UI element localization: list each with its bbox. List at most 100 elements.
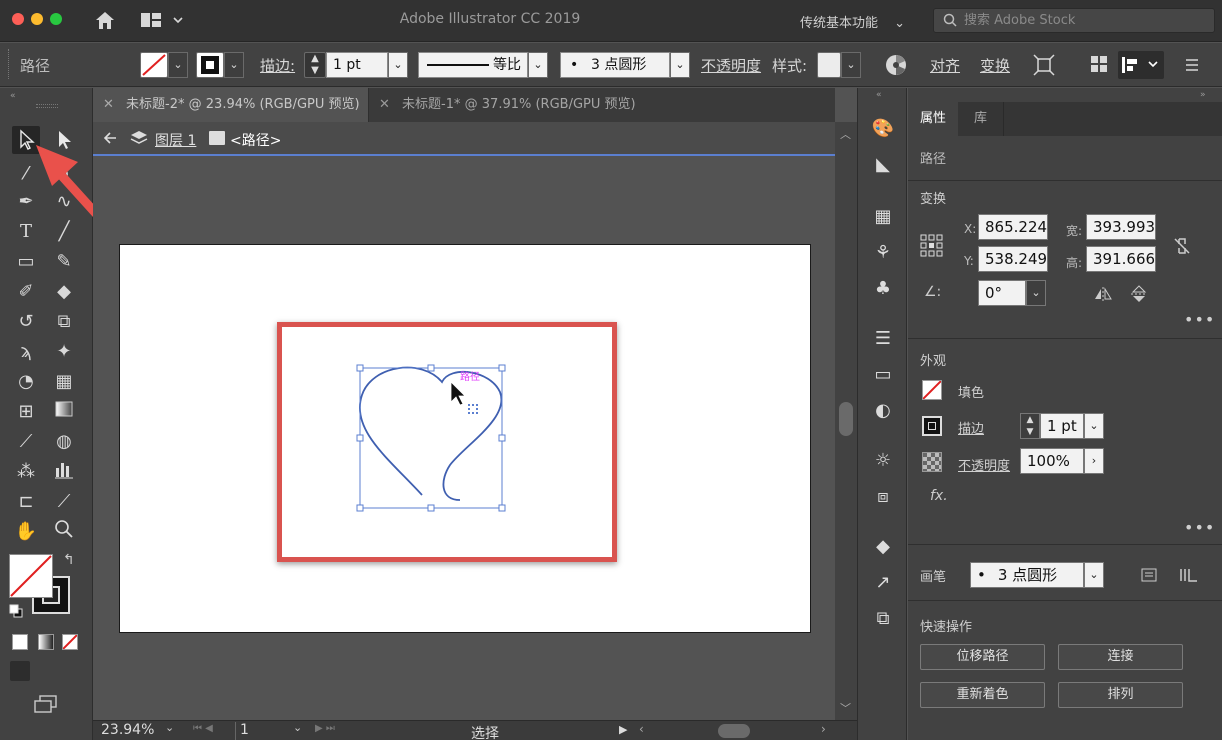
brush-field[interactable]: • 3 点圆形 xyxy=(560,52,670,78)
slice-tool-icon[interactable]: ⟋ xyxy=(50,488,78,516)
shaper-tool-icon[interactable]: ✐ xyxy=(12,278,40,306)
brush-options-icon[interactable] xyxy=(1178,566,1200,584)
brush-library-icon[interactable] xyxy=(1140,566,1158,584)
appearance-fill-swatch[interactable] xyxy=(922,380,942,400)
stroke-weight-stepper-panel[interactable]: ▲ ▼ xyxy=(1020,413,1040,439)
stroke-weight-input[interactable]: 1 pt xyxy=(326,52,388,78)
tab-document-1[interactable]: ✕ 未标题-1* @ 37.91% (RGB/GPU 预览) xyxy=(368,88,648,122)
constrain-proportions-icon[interactable] xyxy=(1172,236,1192,256)
zoom-tool-icon[interactable] xyxy=(50,518,78,546)
collapse-toolbar-icon[interactable]: « xyxy=(10,91,16,101)
height-input[interactable]: 391.666 xyxy=(1086,246,1156,272)
rotation-dropdown[interactable]: ⌄ xyxy=(1026,280,1046,306)
collapse-panel-icon[interactable]: » xyxy=(1200,90,1206,100)
reference-point-icon[interactable] xyxy=(920,234,944,258)
stroke-weight-dropdown-panel[interactable]: ⌄ xyxy=(1084,413,1104,439)
flip-horizontal-icon[interactable] xyxy=(1094,286,1112,302)
stroke-label[interactable]: 描边: xyxy=(260,55,295,76)
heart-path[interactable] xyxy=(350,360,510,520)
draw-inside-icon[interactable] xyxy=(60,661,80,681)
back-arrow-icon[interactable] xyxy=(101,129,119,147)
color-mode-icon[interactable] xyxy=(12,634,28,650)
close-tab-icon[interactable]: ✕ xyxy=(103,97,114,112)
brush-dropdown-panel[interactable]: ⌄ xyxy=(1084,562,1104,588)
appearance-stroke-swatch[interactable] xyxy=(922,416,942,436)
gradient-tool-icon[interactable] xyxy=(50,398,78,426)
breadcrumb-layer-link[interactable]: 图层 1 xyxy=(155,130,196,150)
artboard[interactable]: 路径 xyxy=(119,244,811,633)
eyedropper-tool-icon[interactable]: ⟋ xyxy=(12,428,40,456)
appearance-icon[interactable]: ☼ xyxy=(870,448,896,474)
recolor-artwork-icon[interactable] xyxy=(884,53,908,77)
draw-behind-icon[interactable] xyxy=(36,661,56,681)
first-artboard-icon[interactable]: ⏮ ◀ xyxy=(193,723,213,734)
style-dropdown[interactable]: ⌄ xyxy=(841,52,861,78)
stroke-swatch[interactable] xyxy=(196,52,224,78)
fill-swatch[interactable] xyxy=(140,52,168,78)
column-graph-tool-icon[interactable] xyxy=(50,458,78,486)
puppet-warp-tool-icon[interactable]: ✦ xyxy=(50,338,78,366)
style-swatch[interactable] xyxy=(817,52,841,78)
tab-document-2[interactable]: ✕ 未标题-2* @ 23.94% (RGB/GPU 预览) xyxy=(93,88,368,122)
stock-search-input[interactable]: 搜索 Adobe Stock xyxy=(933,8,1215,33)
artboard-dropdown-icon[interactable]: ⌄ xyxy=(293,721,302,734)
zoom-dropdown-icon[interactable]: ⌄ xyxy=(165,721,174,734)
horizontal-scroll-thumb[interactable] xyxy=(718,724,750,738)
artboards-icon[interactable]: ⧉ xyxy=(870,606,896,632)
isolate-selection-icon[interactable] xyxy=(1032,53,1056,77)
shape-builder-tool-icon[interactable]: ◔ xyxy=(12,368,40,396)
scale-tool-icon[interactable]: ⧉ xyxy=(50,308,78,336)
fx-effects-icon[interactable]: fx. xyxy=(930,488,948,504)
recolor-button[interactable]: 重新着色 xyxy=(920,682,1045,708)
fill-dropdown-button[interactable]: ⌄ xyxy=(168,52,188,78)
opacity-expand-button[interactable]: › xyxy=(1084,448,1104,474)
grip-icon[interactable] xyxy=(8,49,11,79)
scroll-up-icon[interactable]: ︿ xyxy=(840,126,851,142)
stroke-profile-field[interactable]: 等比 xyxy=(418,52,528,78)
y-position-input[interactable]: 538.249 xyxy=(978,246,1048,272)
hand-tool-icon[interactable]: ✋ xyxy=(12,518,40,546)
offset-path-button[interactable]: 位移路径 xyxy=(920,644,1045,670)
transparency-icon[interactable]: ◐ xyxy=(870,398,896,424)
symbols-icon[interactable]: ♣ xyxy=(870,276,896,302)
canvas-area[interactable]: 路径 xyxy=(93,158,835,720)
width-input[interactable]: 393.993 xyxy=(1086,214,1156,240)
appearance-more-options-icon[interactable]: ••• xyxy=(1184,518,1215,537)
color-guide-icon[interactable]: 🎨 xyxy=(870,116,896,142)
x-position-input[interactable]: 865.224 xyxy=(978,214,1048,240)
warp-tool-icon[interactable]: ϡ xyxy=(12,338,40,366)
transform-link[interactable]: 变换 xyxy=(980,55,1010,76)
brush-dropdown[interactable]: ⌄ xyxy=(670,52,690,78)
status-menu-icon[interactable]: ▶ xyxy=(619,723,627,736)
none-mode-icon[interactable] xyxy=(62,634,78,650)
draw-normal-icon[interactable] xyxy=(10,661,30,681)
stroke-dropdown-button[interactable]: ⌄ xyxy=(224,52,244,78)
expand-panels-icon[interactable]: « xyxy=(876,90,882,100)
stroke-panel-icon[interactable]: ☰ xyxy=(870,326,896,352)
last-artboard-icon[interactable]: ▶ ⏭ xyxy=(315,723,335,734)
graphic-styles-icon[interactable]: ⧈ xyxy=(870,484,896,510)
eraser-tool-icon[interactable]: ◆ xyxy=(50,278,78,306)
join-button[interactable]: 连接 xyxy=(1058,644,1183,670)
rotate-tool-icon[interactable]: ↺ xyxy=(12,308,40,336)
mesh-tool-icon[interactable]: ⊞ xyxy=(12,398,40,426)
rotation-input[interactable]: 0° xyxy=(978,280,1026,306)
grid-panel-icon[interactable] xyxy=(1090,55,1110,75)
stroke-profile-dropdown[interactable]: ⌄ xyxy=(528,52,548,78)
tab-properties[interactable]: 属性 xyxy=(908,102,958,136)
panel-menu-icon[interactable] xyxy=(1183,55,1203,75)
stroke-weight-dropdown[interactable]: ⌄ xyxy=(388,52,408,78)
layers-panel-icon[interactable]: ◆ xyxy=(870,534,896,560)
workspace-switcher[interactable]: 传统基本功能 ⌄ xyxy=(800,12,905,31)
color-icon[interactable]: ◣ xyxy=(870,152,896,178)
opacity-label[interactable]: 不透明度 xyxy=(701,55,761,76)
toolbar-grip-icon[interactable] xyxy=(36,104,58,108)
flip-vertical-icon[interactable] xyxy=(1130,285,1148,303)
stroke-weight-stepper[interactable]: ▲ ▼ xyxy=(304,52,326,78)
screen-mode-icon[interactable] xyxy=(32,694,60,716)
gradient-mode-icon[interactable] xyxy=(38,634,54,650)
swap-fill-stroke-icon[interactable]: ↰ xyxy=(63,552,75,568)
align-link[interactable]: 对齐 xyxy=(930,55,960,76)
swatches-icon[interactable]: ▦ xyxy=(870,204,896,230)
stroke-weight-input-panel[interactable]: 1 pt xyxy=(1040,413,1084,439)
